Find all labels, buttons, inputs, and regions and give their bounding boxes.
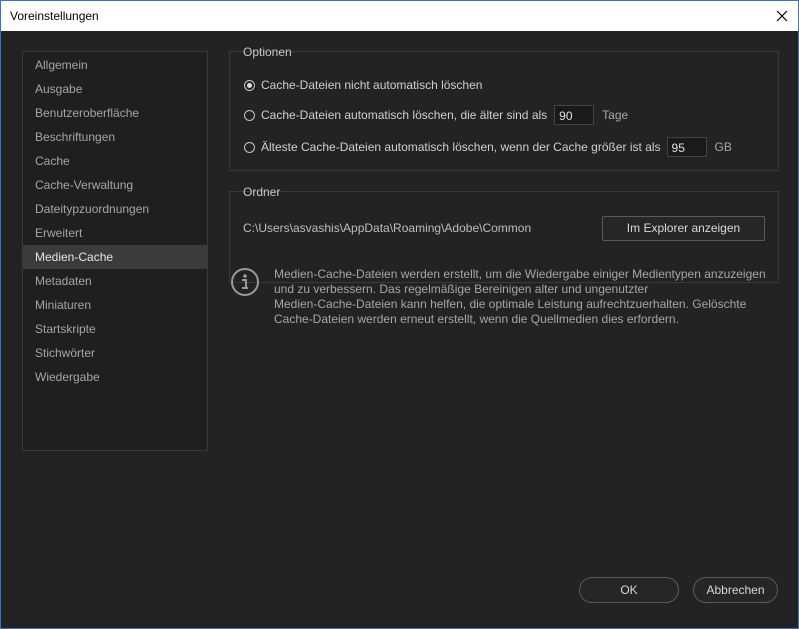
- sidebar-item-startskripte[interactable]: Startskripte: [23, 317, 207, 341]
- radio-button[interactable]: [244, 109, 255, 121]
- sidebar-item-wiedergabe[interactable]: Wiedergabe: [23, 365, 207, 389]
- ok-button[interactable]: OK: [579, 577, 679, 603]
- info-text: Medien-Cache-Dateien werden erstellt, um…: [274, 267, 784, 327]
- info-text-line: Cache-Dateien werden erneut erstellt, we…: [274, 312, 679, 326]
- preferences-dialog: Voreinstellungen Allgemein Ausgabe Benut…: [0, 0, 799, 629]
- show-in-explorer-button[interactable]: Im Explorer anzeigen: [602, 216, 765, 241]
- sidebar-item-stichwoerter[interactable]: Stichwörter: [23, 341, 207, 365]
- dialog-body: Allgemein Ausgabe Benutzeroberfläche Bes…: [1, 31, 798, 628]
- days-unit-label: Tage: [602, 108, 629, 122]
- radio-delete-older[interactable]: Cache-Dateien automatisch löschen, die ä…: [244, 105, 628, 125]
- cancel-button[interactable]: Abbrechen: [693, 577, 778, 603]
- close-button[interactable]: [766, 1, 798, 31]
- cache-folder-path: C:\Users\asvashis\AppData\Roaming\Adobe\…: [243, 221, 532, 235]
- radio-delete-oldest-label: Älteste Cache-Dateien automatisch lösche…: [261, 140, 661, 154]
- sidebar-item-erweitert[interactable]: Erweitert: [23, 221, 207, 245]
- info-text-line: Medien-Cache-Dateien werden erstellt, um…: [274, 267, 766, 281]
- folder-group-title: Ordner: [243, 185, 281, 199]
- close-icon: [776, 10, 788, 22]
- sidebar-item-allgemein[interactable]: Allgemein: [23, 53, 207, 77]
- sidebar-item-metadaten[interactable]: Metadaten: [23, 269, 207, 293]
- radio-delete-oldest[interactable]: Älteste Cache-Dateien automatisch lösche…: [244, 137, 732, 157]
- options-group-title: Optionen: [243, 45, 292, 59]
- info-text-line: und zu verbessern. Das regelmäßige Berei…: [274, 282, 649, 296]
- size-input[interactable]: 95: [666, 137, 707, 157]
- sidebar: Allgemein Ausgabe Benutzeroberfläche Bes…: [22, 51, 208, 451]
- info-icon: [231, 268, 259, 296]
- radio-no-auto-delete[interactable]: Cache-Dateien nicht automatisch löschen: [244, 75, 482, 95]
- sidebar-item-cache[interactable]: Cache: [23, 149, 207, 173]
- sidebar-item-miniaturen[interactable]: Miniaturen: [23, 293, 207, 317]
- window-title: Voreinstellungen: [10, 9, 99, 23]
- sidebar-item-benutzeroberflaeche[interactable]: Benutzeroberfläche: [23, 101, 207, 125]
- sidebar-item-medien-cache[interactable]: Medien-Cache: [23, 245, 207, 269]
- title-bar: Voreinstellungen: [1, 1, 798, 31]
- days-input[interactable]: 90: [554, 105, 595, 125]
- radio-button[interactable]: [244, 141, 255, 153]
- radio-button-checked[interactable]: [244, 79, 255, 91]
- size-unit-label: GB: [714, 140, 732, 154]
- radio-no-auto-delete-label: Cache-Dateien nicht automatisch löschen: [261, 78, 483, 92]
- sidebar-item-beschriftungen[interactable]: Beschriftungen: [23, 125, 207, 149]
- sidebar-item-cache-verwaltung[interactable]: Cache-Verwaltung: [23, 173, 207, 197]
- sidebar-item-dateitypzuordnungen[interactable]: Dateitypzuordnungen: [23, 197, 207, 221]
- info-text-line: Medien-Cache-Dateien kann helfen, die op…: [274, 297, 747, 311]
- sidebar-item-ausgabe[interactable]: Ausgabe: [23, 77, 207, 101]
- radio-delete-older-label: Cache-Dateien automatisch löschen, die ä…: [261, 108, 548, 122]
